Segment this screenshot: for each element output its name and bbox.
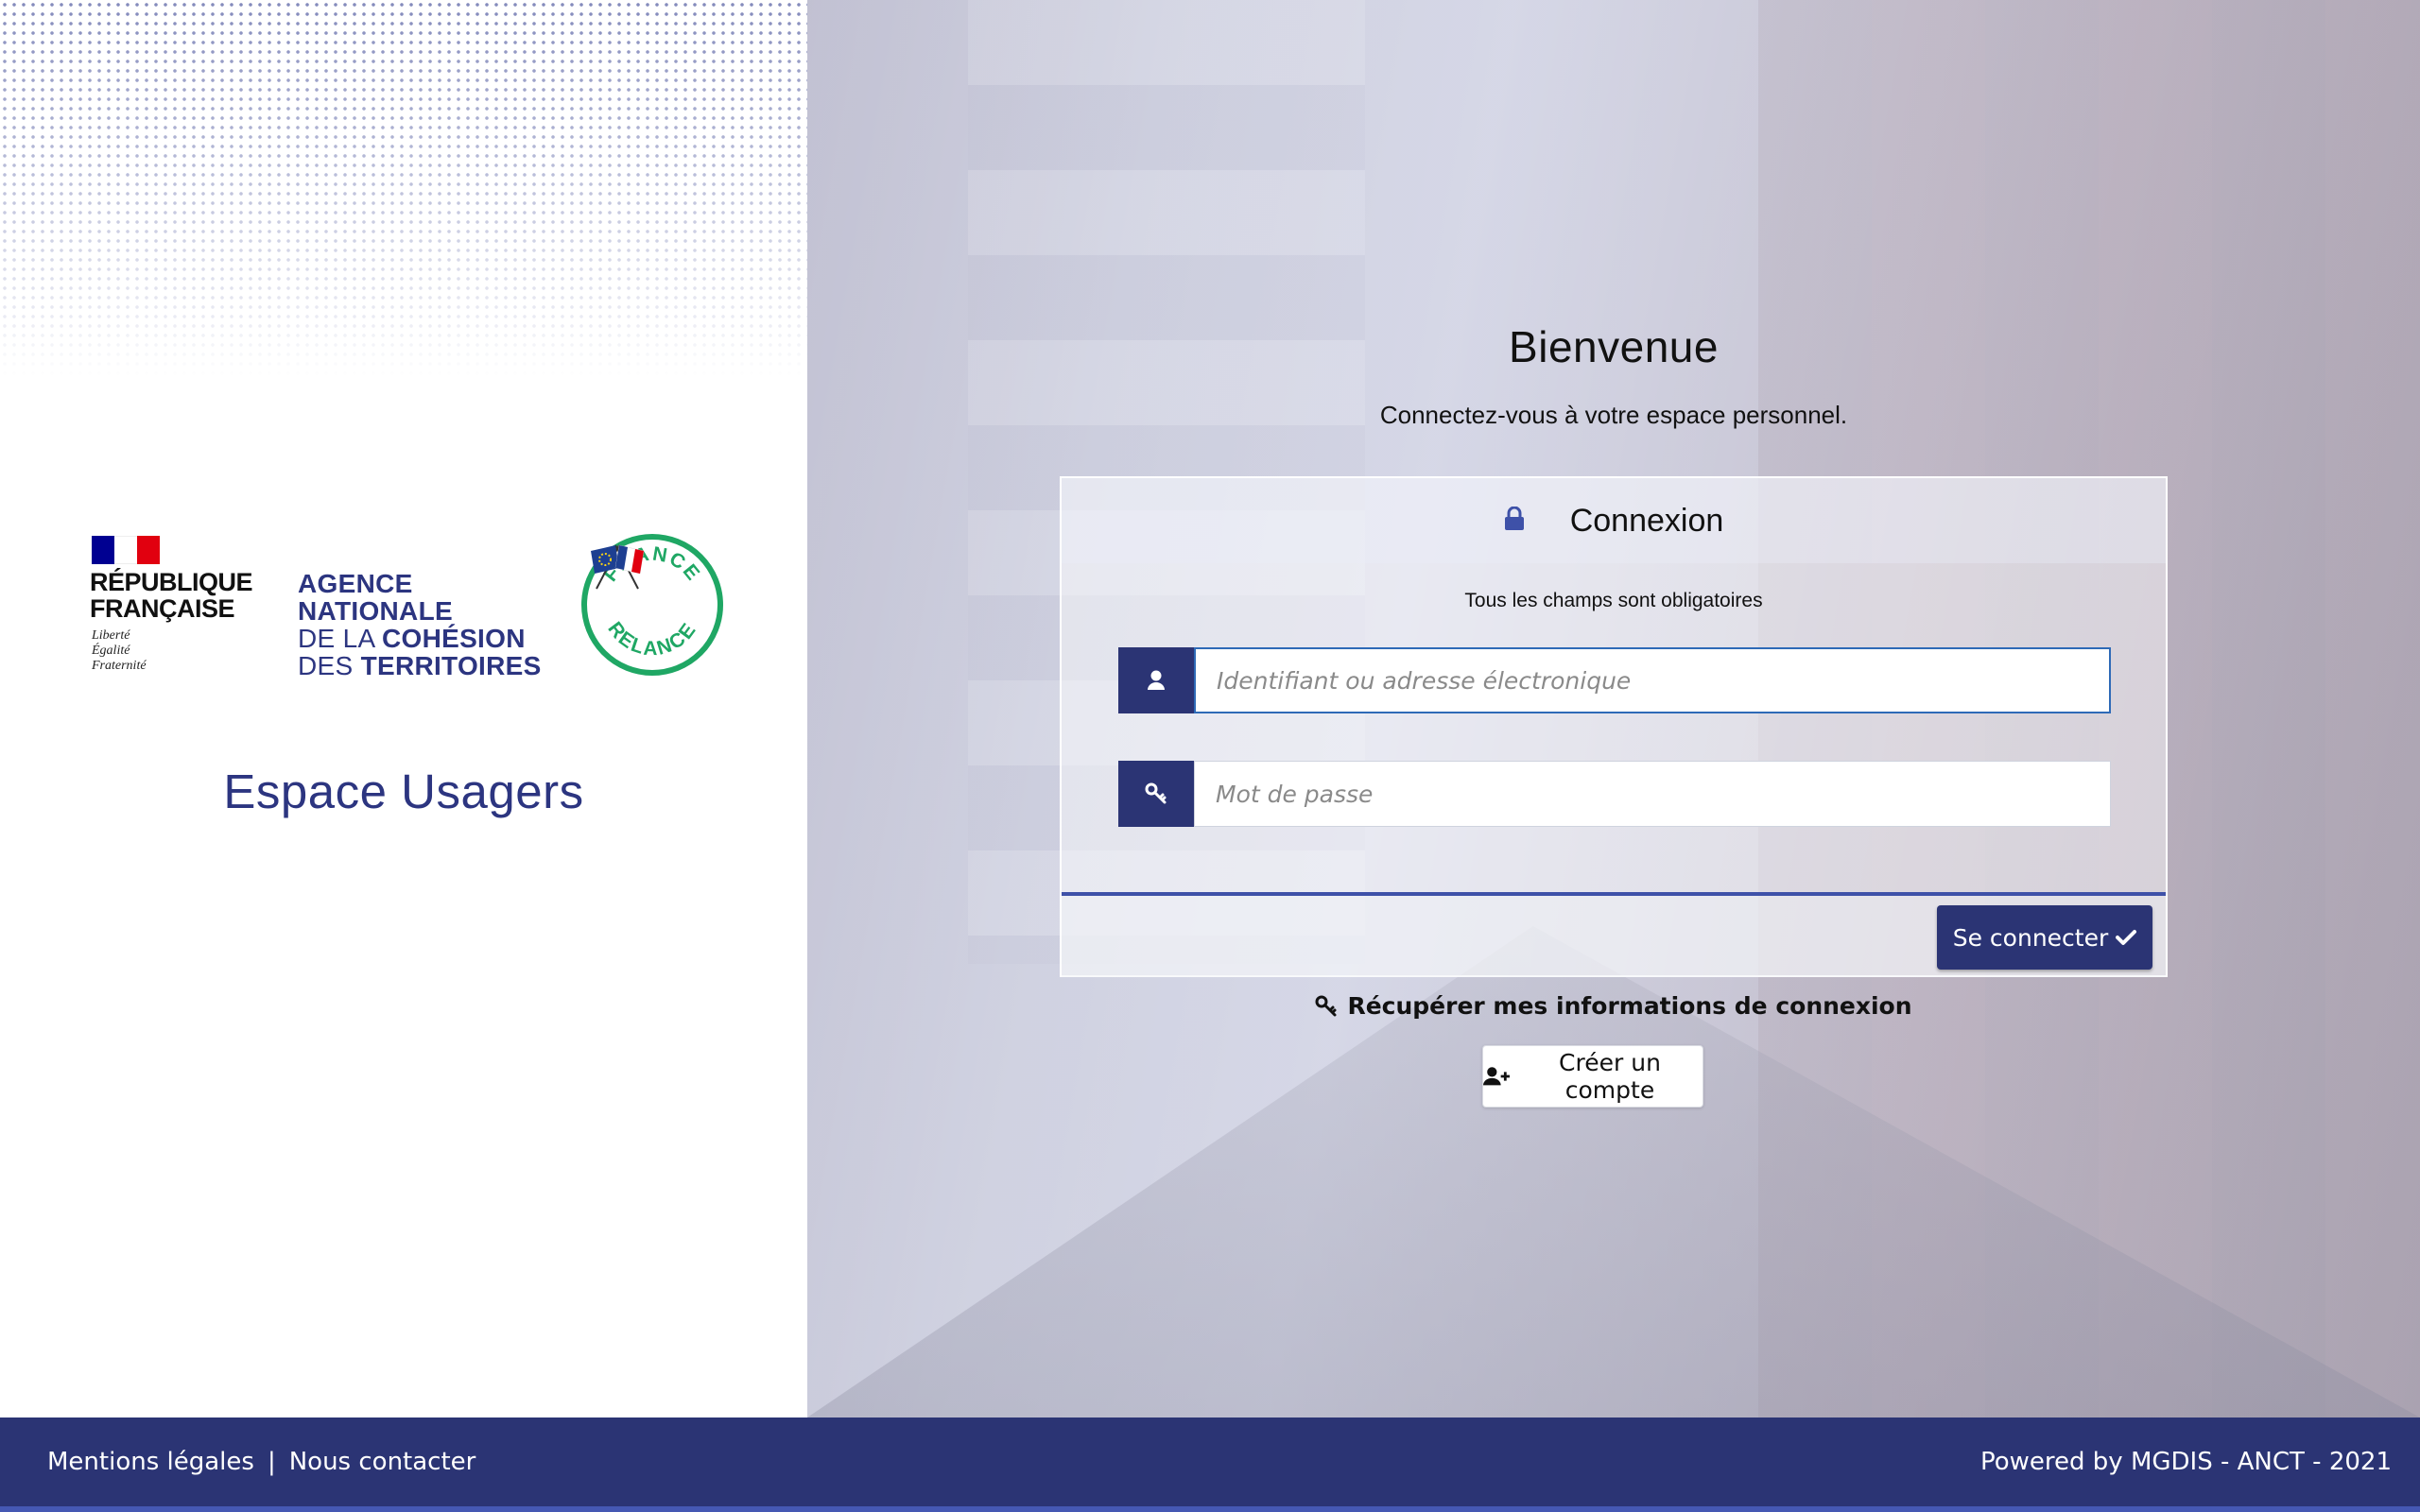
site-footer: Mentions légales | Nous contacter Powere…	[0, 1418, 2420, 1512]
username-field-group	[1118, 647, 2111, 713]
password-input[interactable]	[1194, 761, 2111, 827]
eu-france-flags-icon	[591, 544, 645, 590]
required-fields-note: Tous les champs sont obligatoires	[1464, 590, 1763, 611]
powered-by-text: Powered by MGDIS - ANCT - 2021	[1980, 1448, 2392, 1476]
svg-text:RELANCE: RELANCE	[603, 618, 700, 660]
user-icon	[1148, 670, 1165, 690]
legal-notice-link[interactable]: Mentions légales	[47, 1448, 254, 1476]
anct-line-1: AGENCE	[298, 569, 413, 598]
republique-motto: Liberté Égalité Fraternité	[92, 628, 147, 673]
welcome-subtitle: Connectez-vous à votre espace personnel.	[1379, 401, 1848, 429]
partner-logos: RÉPUBLIQUE FRANÇAISE Liberté Égalité Fra…	[90, 534, 733, 685]
login-card-title: Connexion	[1569, 502, 1724, 539]
anct-line-3: DE LA COHÉSION	[298, 624, 526, 653]
check-icon	[2116, 930, 2137, 945]
footer-separator: |	[267, 1448, 276, 1476]
key-icon	[1145, 782, 1167, 804]
republique-francaise-logo: RÉPUBLIQUE FRANÇAISE Liberté Égalité Fra…	[90, 534, 260, 680]
username-input[interactable]	[1194, 647, 2111, 713]
password-addon	[1118, 761, 1194, 827]
recover-credentials-link[interactable]: Récupérer mes informations de connexion	[807, 992, 2420, 1020]
connect-button[interactable]: Se connecter	[1937, 905, 2152, 970]
footer-links: Mentions légales | Nous contacter	[47, 1448, 475, 1476]
lock-icon	[1504, 507, 1524, 530]
username-addon	[1118, 647, 1194, 713]
recover-credentials-label: Récupérer mes informations de connexion	[1347, 992, 1912, 1020]
login-card-footer: Se connecter	[1062, 892, 2166, 977]
anct-logo: AGENCE NATIONALE DE LA COHÉSION DES TERR…	[298, 570, 542, 679]
password-field-group	[1118, 761, 2111, 827]
connect-button-label: Se connecter	[1952, 923, 2109, 952]
welcome-title: Bienvenue	[1509, 322, 1719, 371]
left-panel: RÉPUBLIQUE FRANÇAISE Liberté Égalité Fra…	[0, 0, 807, 1418]
anct-line-2: NATIONALE	[298, 596, 453, 626]
user-plus-icon	[1483, 1067, 1510, 1086]
french-flag-icon	[92, 536, 160, 564]
france-relance-badge: FRANCE RELANCE	[581, 534, 723, 676]
espace-usagers-title: Espace Usagers	[223, 765, 584, 818]
login-card: Connexion Tous les champs sont obligatoi…	[1060, 476, 2168, 977]
contact-link[interactable]: Nous contacter	[289, 1448, 476, 1476]
republique-title: RÉPUBLIQUE FRANÇAISE	[90, 568, 253, 623]
key-icon	[1315, 995, 1337, 1016]
dot-pattern-decoration	[0, 0, 807, 378]
create-account-button[interactable]: Créer un compte	[1482, 1045, 1703, 1108]
login-card-header: Connexion	[1062, 478, 2166, 563]
anct-line-4: DES TERRITOIRES	[298, 651, 542, 680]
login-panel: Bienvenue Connectez-vous à votre espace …	[807, 0, 2420, 1418]
create-account-label: Créer un compte	[1559, 1049, 1661, 1104]
